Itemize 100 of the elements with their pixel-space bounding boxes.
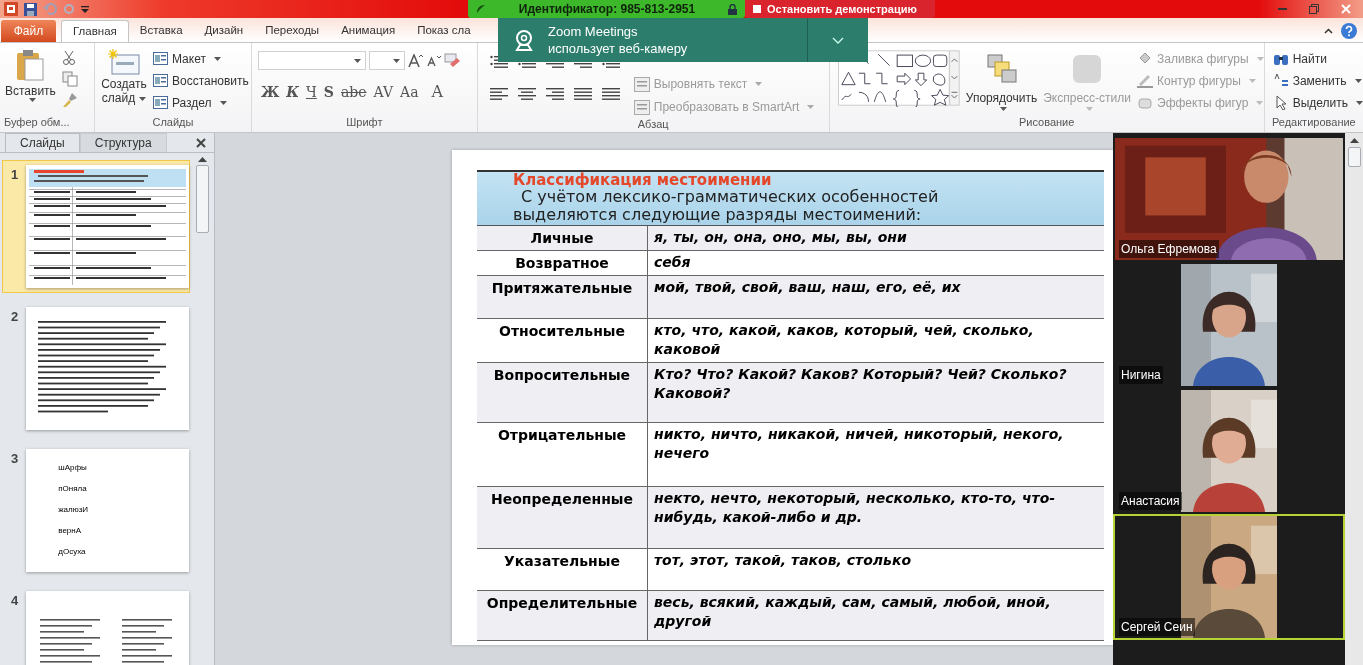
group-label: Шрифт [345, 114, 384, 130]
font-format-button[interactable]: Ч [306, 81, 317, 103]
shapes-gallery-drawing[interactable] [837, 49, 960, 107]
table-cell-text: кто, что, какой, каков, который, чей, сколько, каковой [653, 321, 1035, 359]
editing-button[interactable]: Заменить [1272, 72, 1363, 89]
replace-icon [1272, 73, 1289, 88]
caret-icon [1256, 100, 1264, 105]
slide-number: 3 [11, 450, 19, 468]
new-slide-button[interactable]: Создать слайд [100, 49, 147, 105]
editing-button[interactable]: Выделить [1272, 94, 1363, 111]
font-size-field[interactable] [368, 51, 405, 70]
table-cell: Определительные [477, 591, 648, 640]
caret-icon [807, 105, 815, 109]
clear-format-icon[interactable] [443, 53, 462, 68]
close-icon[interactable] [196, 138, 206, 148]
columns-icon[interactable] [601, 87, 620, 101]
quick-styles-icon [1071, 53, 1104, 85]
caret-icon [1000, 107, 1007, 111]
ribbon-tab[interactable]: Главная [61, 20, 129, 42]
group-label: Слайды [151, 114, 195, 130]
editing-button[interactable]: Найти [1272, 50, 1363, 67]
shape-effects-icon [1137, 95, 1153, 110]
scrollbar-thumb[interactable] [196, 165, 209, 233]
fill-bucket-icon [1137, 51, 1153, 66]
align-right-icon[interactable] [545, 87, 564, 101]
ribbon-tab[interactable]: Показ сла [406, 20, 482, 42]
minimize-icon[interactable] [1278, 7, 1287, 11]
font-format-button[interactable]: К [286, 81, 299, 103]
slide-thumbnail[interactable] [26, 307, 190, 430]
caret-icon [213, 56, 221, 61]
thumbnail-frame[interactable]: 4 [2, 586, 190, 665]
table-cell: Вопросительные [477, 363, 648, 422]
table-cell-text: Кто? Что? Какой? Каков? Который? Чей? Сколько? Каковой? [653, 365, 1068, 403]
ribbon-tab[interactable]: Вставка [128, 20, 194, 42]
scroll-up-icon[interactable] [198, 156, 207, 162]
caret-icon [28, 98, 36, 102]
lock-icon [728, 3, 737, 15]
caret-icon [392, 58, 400, 63]
stop-share-button[interactable]: Остановить демонстрацию [745, 0, 935, 18]
group-label: Рисование [1017, 114, 1076, 130]
table-cell-text: мой, твой, свой, ваш, наш, его, её, их [653, 278, 962, 297]
caret-icon [1085, 107, 1093, 111]
font-format-button[interactable]: S [323, 81, 334, 103]
font-format-button[interactable]: abe [340, 81, 367, 103]
participant-name: Ольга Ефремова [1119, 240, 1219, 258]
align-left-icon[interactable] [489, 87, 508, 101]
participant-name: Анастасия [1119, 492, 1182, 510]
slide-thumbnail[interactable] [26, 165, 190, 288]
scroll-up-icon[interactable] [1349, 137, 1359, 143]
arrange-button[interactable]: Упорядочить [965, 49, 1038, 114]
pane-tab[interactable]: Слайды [5, 133, 80, 152]
chevron-down-icon[interactable] [832, 36, 844, 44]
notification-title: Zoom Meetings [548, 23, 639, 40]
font-name-field[interactable] [257, 51, 366, 70]
table-cell-text: я, ты, он, она, оно, мы, вы, они [653, 228, 908, 247]
brush-icon[interactable] [61, 92, 78, 108]
shrink-font-icon[interactable] [426, 54, 441, 67]
font-format-button[interactable]: AV [373, 81, 394, 103]
grow-font-icon[interactable] [407, 53, 424, 68]
slide-title: Классификация местоимении [513, 172, 773, 188]
slides-menu-button[interactable]: Раздел [152, 93, 249, 112]
maximize-icon[interactable] [1309, 4, 1319, 14]
customize-menu-icon[interactable] [81, 4, 89, 14]
font-format-button[interactable]: Aa [400, 81, 419, 103]
collapse-ribbon-icon[interactable] [1324, 28, 1333, 34]
thumbnail-text: шАрфы [58, 462, 88, 474]
font-format-button[interactable]: Ж [260, 81, 280, 103]
scissors-icon[interactable] [61, 50, 76, 66]
arrange-icon [985, 53, 1018, 85]
thumbnail-frame[interactable]: 3 шАрфы пОняла жалюзИ вернА дОсуха [2, 444, 190, 577]
justify-icon[interactable] [573, 87, 592, 101]
caret-icon [1354, 78, 1362, 83]
thumbnail-frame[interactable]: 2 [2, 302, 190, 435]
thumbnail-text: вернА [58, 525, 83, 537]
paste-button[interactable]: Вставить [5, 49, 56, 102]
save-icon[interactable] [24, 2, 37, 16]
ribbon-tab[interactable]: Дизайн [193, 20, 255, 42]
pane-tab[interactable]: Структура [79, 133, 167, 152]
align-center-icon[interactable] [517, 87, 536, 101]
caret-icon [1256, 56, 1264, 61]
font-format-button[interactable]: A [431, 80, 444, 104]
slide-thumbnail[interactable]: шАрфы пОняла жалюзИ вернА дОсуха [26, 449, 190, 572]
smartart-icon [633, 99, 650, 115]
video-tile[interactable]: Сергей Сеин [1113, 514, 1345, 640]
thumbnail-frame[interactable]: 1 [2, 160, 190, 293]
video-tile[interactable]: Нигина [1113, 262, 1345, 388]
caret-icon [1356, 100, 1363, 105]
new-slide-icon [107, 49, 140, 75]
video-tile[interactable]: Анастасия [1113, 388, 1345, 514]
ribbon-tab[interactable]: Анимация [330, 20, 407, 42]
slide-number: 2 [11, 308, 19, 326]
caret-icon [353, 58, 361, 63]
table-cell-text: себя [653, 253, 692, 272]
slide-number: 4 [11, 592, 19, 610]
ribbon-tab[interactable]: Переходы [254, 20, 331, 42]
scrollbar-thumb[interactable] [1347, 147, 1361, 167]
video-tile[interactable]: Ольга Ефремова [1113, 136, 1345, 262]
slides-menu-button[interactable]: Восстановить [152, 71, 249, 90]
help-icon[interactable] [1341, 23, 1357, 39]
slides-menu-button[interactable]: Макет [152, 49, 249, 68]
